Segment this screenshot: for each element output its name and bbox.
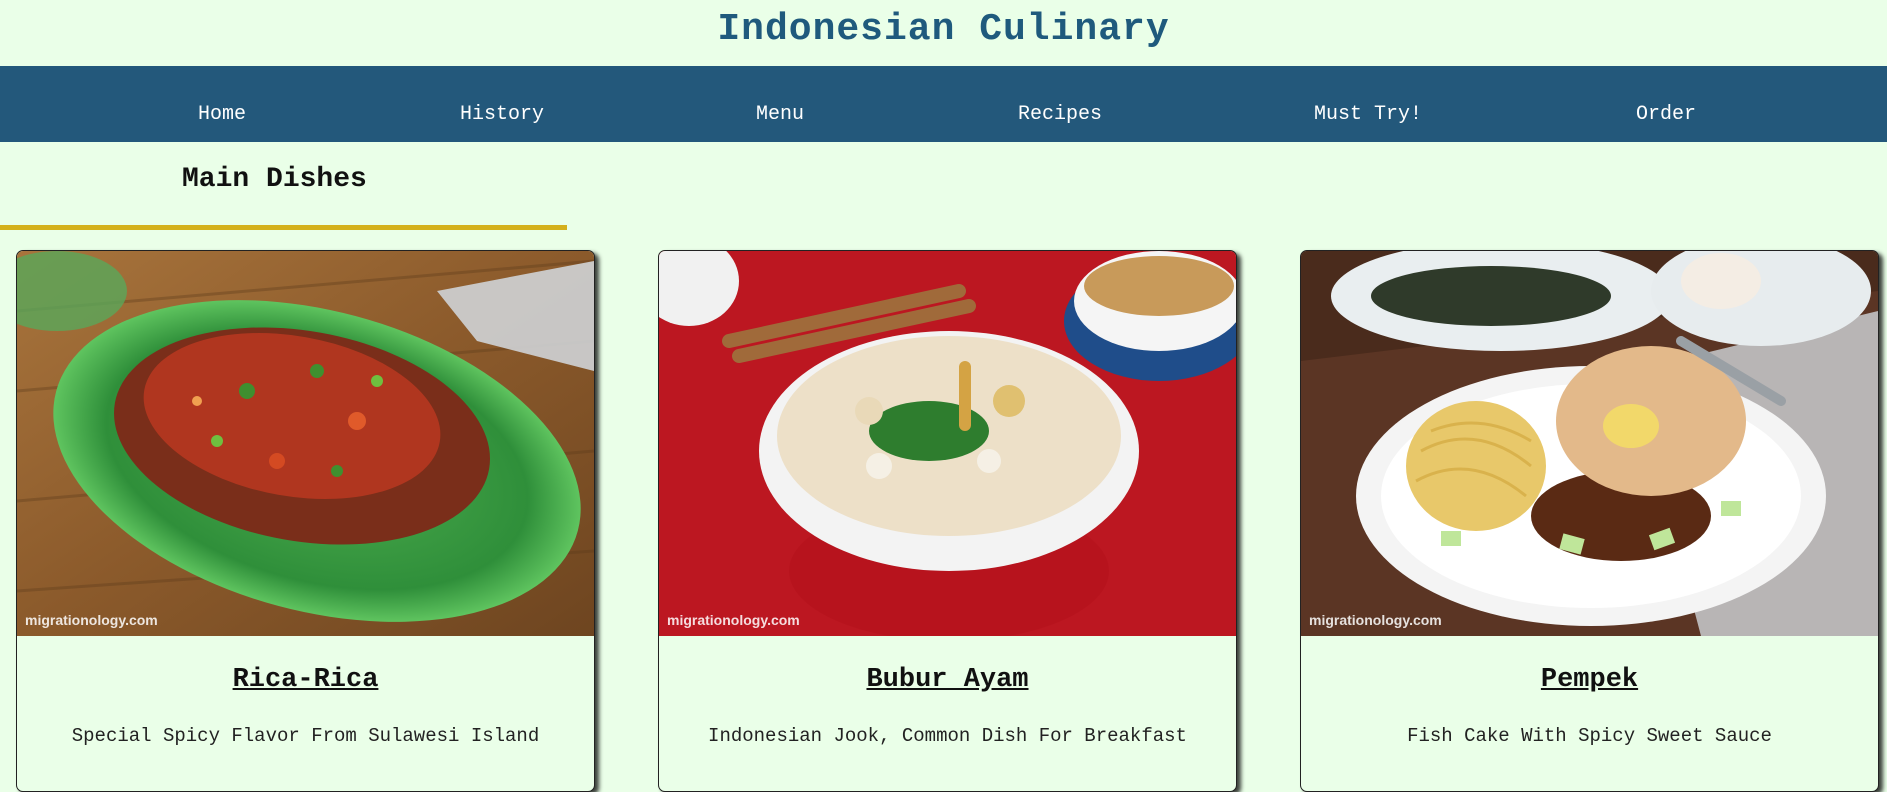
dish-photo-pempek: migrationology.com — [1301, 251, 1878, 636]
nav-home-link[interactable]: Home — [198, 66, 246, 142]
pempek-photo-illustration — [1301, 251, 1878, 636]
nav-order-link[interactable]: Order — [1636, 66, 1696, 142]
dish-card-pempek[interactable]: migrationology.com Pempek Fish Cake With… — [1300, 250, 1879, 792]
rica-rica-photo-illustration — [17, 251, 594, 636]
site-title: Indonesian Culinary — [717, 8, 1170, 51]
main-navbar: Home History Menu Recipes Must Try! Orde… — [0, 66, 1887, 142]
dish-title-link[interactable]: Bubur Ayam — [659, 665, 1236, 695]
nav-history-link[interactable]: History — [460, 66, 544, 142]
dish-card-bubur-ayam[interactable]: migrationology.com Bubur Ayam Indonesian… — [658, 250, 1237, 792]
dish-description: Special Spicy Flavor From Sulawesi Islan… — [71, 725, 540, 747]
photo-watermark: migrationology.com — [25, 612, 158, 628]
dish-card-rica-rica[interactable]: migrationology.com Rica-Rica Special Spi… — [16, 250, 595, 792]
section-underline — [0, 225, 567, 230]
photo-watermark: migrationology.com — [667, 612, 800, 628]
dish-photo-rica-rica: migrationology.com — [17, 251, 594, 636]
dish-title-link[interactable]: Rica-Rica — [17, 665, 594, 695]
section-heading: Main Dishes — [182, 164, 367, 195]
dish-description: Fish Cake With Spicy Sweet Sauce — [1407, 725, 1772, 747]
photo-watermark: migrationology.com — [1309, 612, 1442, 628]
dish-title-link[interactable]: Pempek — [1301, 665, 1878, 695]
nav-menu-link[interactable]: Menu — [756, 66, 804, 142]
nav-recipes-link[interactable]: Recipes — [1018, 66, 1102, 142]
bubur-ayam-photo-illustration — [659, 251, 1236, 636]
dish-description: Indonesian Jook, Common Dish For Breakfa… — [708, 725, 1187, 747]
dish-photo-bubur-ayam: migrationology.com — [659, 251, 1236, 636]
nav-must-try-link[interactable]: Must Try! — [1314, 66, 1422, 142]
